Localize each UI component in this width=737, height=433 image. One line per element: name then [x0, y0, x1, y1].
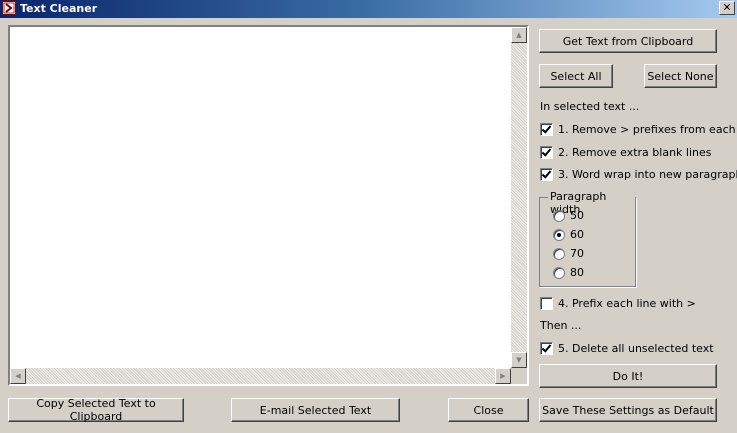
- width-50-label[interactable]: 50: [570, 209, 584, 222]
- text-area-content[interactable]: [10, 27, 511, 368]
- option-2-checkbox[interactable]: [540, 146, 553, 159]
- option-3-checkbox[interactable]: [540, 168, 553, 181]
- option-1-label[interactable]: 1. Remove > prefixes from each line: [558, 123, 737, 136]
- width-60-label[interactable]: 60: [570, 228, 584, 241]
- select-none-button[interactable]: Select None: [644, 64, 717, 88]
- select-all-button[interactable]: Select All: [539, 64, 613, 88]
- window-title: Text Cleaner: [20, 2, 98, 15]
- width-70-label[interactable]: 70: [570, 247, 584, 260]
- option-5-label[interactable]: 5. Delete all unselected text: [558, 342, 714, 355]
- vertical-scrollbar[interactable]: ▲ ▼: [511, 27, 527, 368]
- option-4-label[interactable]: 4. Prefix each line with >: [558, 297, 696, 310]
- then-label: Then ...: [540, 319, 582, 332]
- email-selected-text-button[interactable]: E-mail Selected Text: [231, 398, 400, 422]
- width-60-radio[interactable]: [553, 229, 565, 241]
- width-70-radio[interactable]: [553, 248, 565, 260]
- close-window-button[interactable]: ✕: [719, 1, 735, 15]
- width-80-radio[interactable]: [553, 267, 565, 279]
- scroll-right-arrow-icon[interactable]: ▶: [495, 368, 511, 384]
- horizontal-scrollbar[interactable]: ◀ ▶: [10, 368, 511, 384]
- width-80-label[interactable]: 80: [570, 266, 584, 279]
- app-chevron-icon: [2, 1, 16, 15]
- scrollbar-corner: [511, 368, 527, 384]
- get-text-from-clipboard-button[interactable]: Get Text from Clipboard: [539, 29, 717, 53]
- scroll-left-arrow-icon[interactable]: ◀: [10, 368, 26, 384]
- close-button[interactable]: Close: [448, 398, 529, 422]
- option-5-checkbox[interactable]: [540, 342, 553, 355]
- width-50-radio[interactable]: [553, 210, 565, 222]
- option-4-checkbox[interactable]: [540, 297, 553, 310]
- scroll-down-arrow-icon[interactable]: ▼: [511, 352, 527, 368]
- do-it-button[interactable]: Do It!: [539, 364, 717, 388]
- title-bar: Text Cleaner ✕: [0, 0, 737, 18]
- copy-selected-text-button[interactable]: Copy Selected Text to Clipboard: [8, 397, 184, 423]
- save-settings-default-button[interactable]: Save These Settings as Default: [539, 398, 717, 422]
- option-2-label[interactable]: 2. Remove extra blank lines: [558, 146, 711, 159]
- in-selected-text-label: In selected text ...: [540, 100, 640, 113]
- option-3-label[interactable]: 3. Word wrap into new paragraphs: [558, 168, 737, 181]
- text-area[interactable]: ▲ ▼ ◀ ▶: [8, 25, 529, 386]
- option-1-checkbox[interactable]: [540, 123, 553, 136]
- scroll-up-arrow-icon[interactable]: ▲: [511, 27, 527, 43]
